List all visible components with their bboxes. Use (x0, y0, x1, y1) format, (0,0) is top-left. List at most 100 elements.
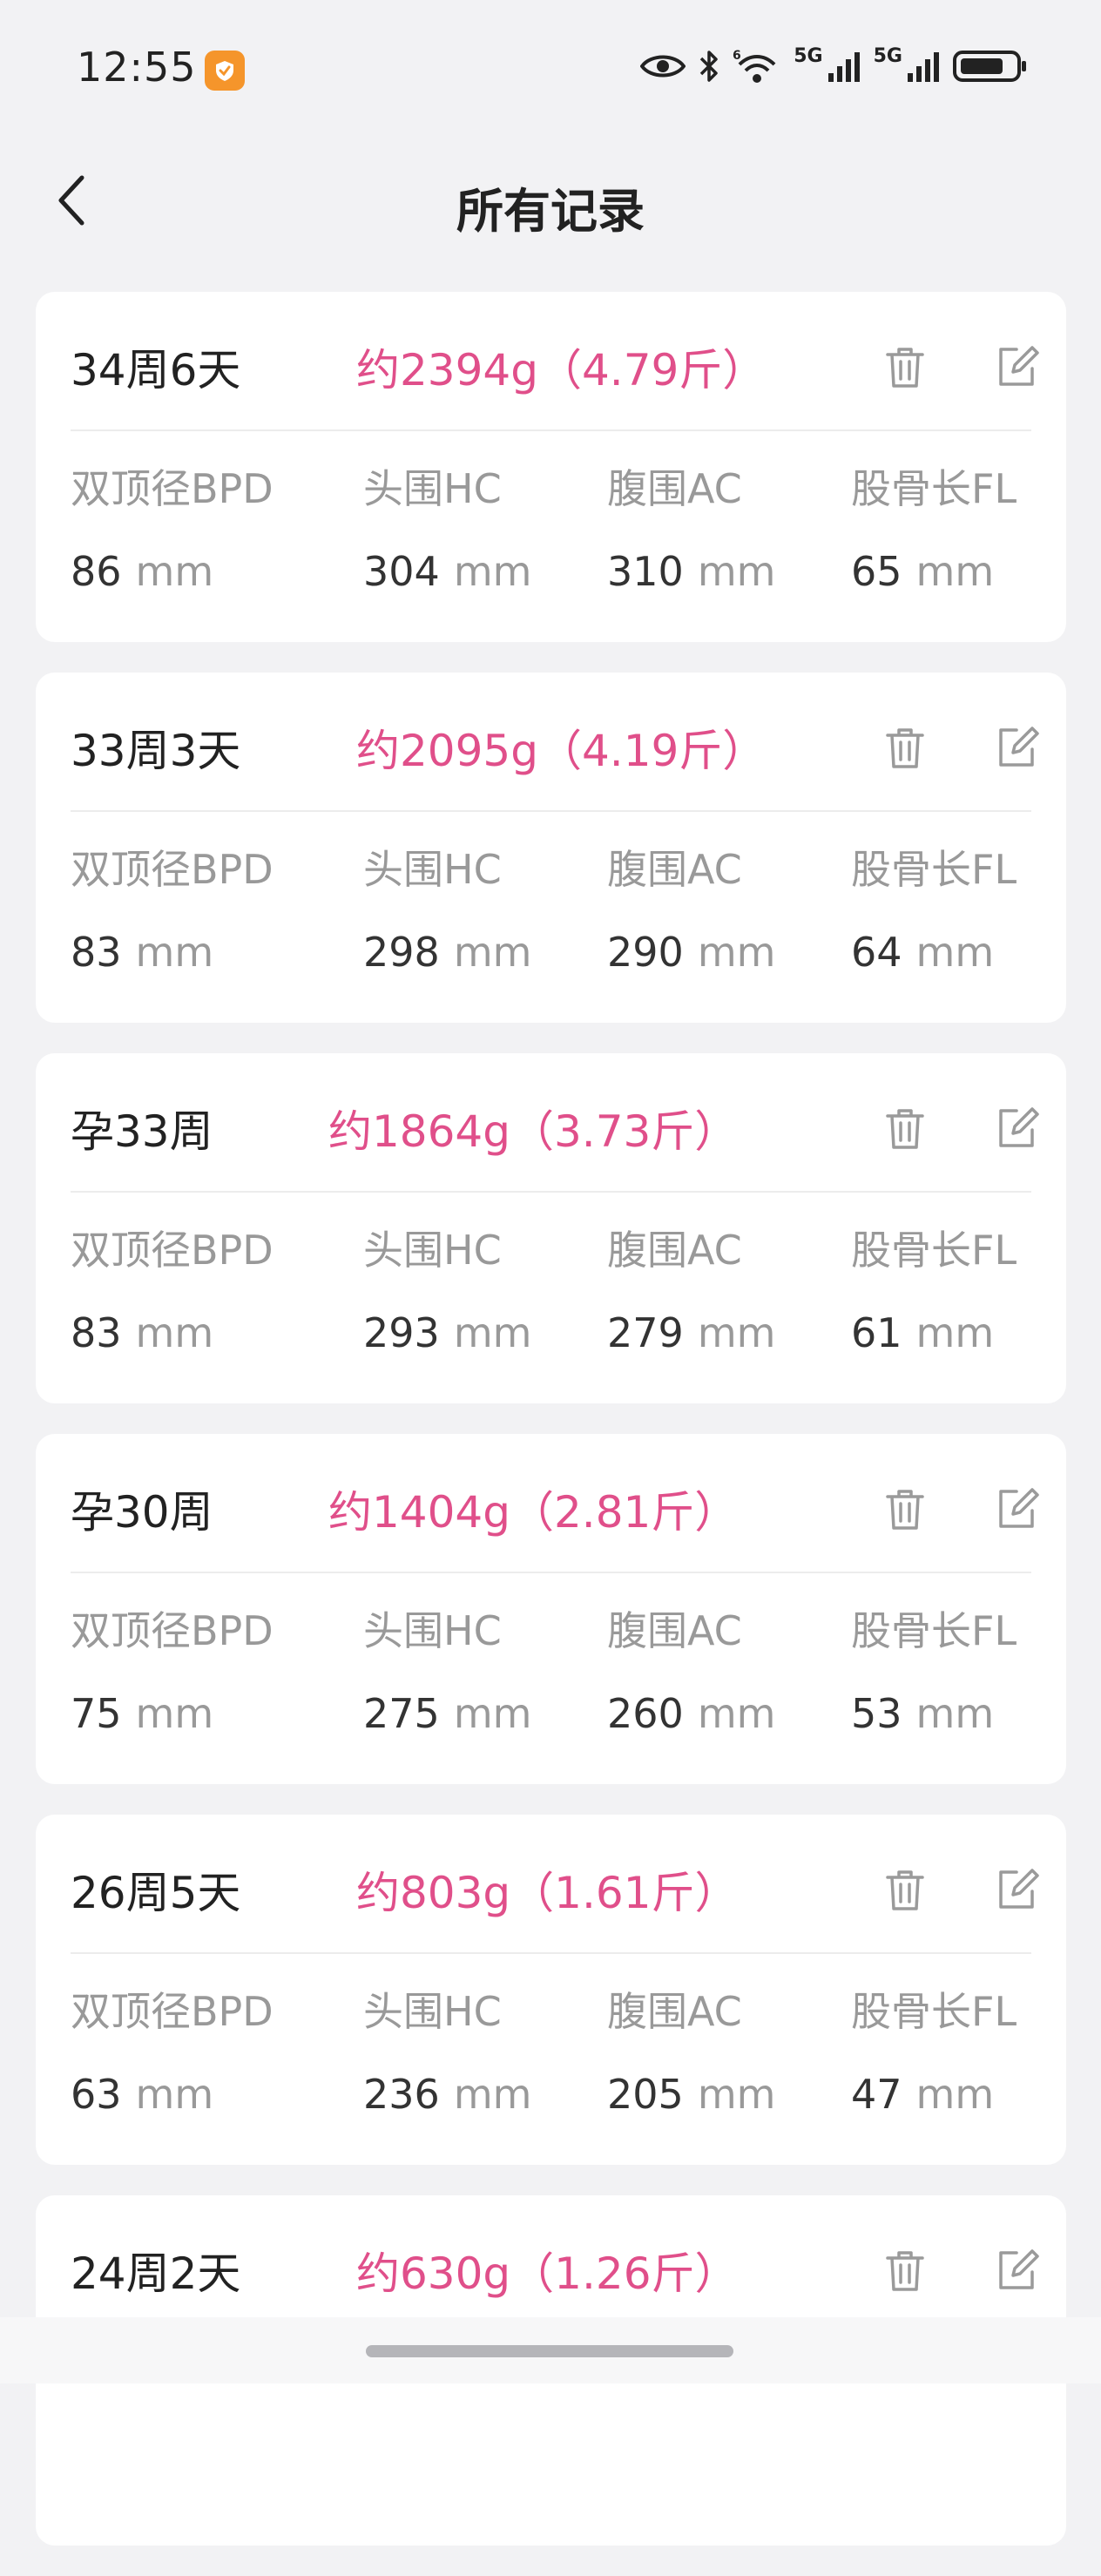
metric-unit: mm (915, 1309, 995, 1356)
metric-number: 61 (851, 1309, 902, 1356)
record-card[interactable]: 孕30周 约1404g（2.81斤） 双顶径BPD 75 mm 头围HC 275 mm … (36, 1434, 1066, 1784)
edit-icon (999, 1869, 1039, 1909)
trash-icon (886, 1870, 924, 1910)
metric-number: 293 (363, 1309, 440, 1356)
metric-value: 236 mm (363, 2071, 625, 2118)
record-week: 34周6天 (71, 345, 241, 396)
metric-label: 双顶径BPD (71, 1227, 274, 1274)
record-card[interactable]: 34周6天 约2394g（4.79斤） 双顶径BPD 86 mm 头围HC 304 mm… (36, 292, 1066, 642)
delete-button[interactable] (879, 1483, 931, 1535)
record-metrics: 双顶径BPD 63 mm 头围HC 236 mm 腹围AC 205 mm 股骨长FL 47 mm (71, 1980, 1031, 2137)
metric-unit: mm (453, 548, 532, 595)
home-indicator[interactable] (366, 2345, 733, 2357)
page-header: 所有记录 (0, 139, 1101, 261)
metric-label: 头围HC (363, 846, 502, 893)
record-weight: 约803g（1.61斤） (356, 1868, 739, 1918)
metric-ac: 腹围AC 205 mm (607, 1980, 868, 2118)
record-week: 26周5天 (71, 1868, 241, 1918)
metric-number: 63 (71, 2071, 122, 2118)
delete-button[interactable] (879, 1863, 931, 1916)
edit-button[interactable] (990, 2244, 1043, 2296)
status-time: 12:55 (77, 44, 197, 91)
metric-label: 头围HC (363, 1607, 502, 1654)
metric-label: 腹围AC (607, 846, 742, 893)
edit-button[interactable] (990, 721, 1043, 774)
metric-label: 股骨长FL (851, 1227, 1017, 1274)
record-metrics: 双顶径BPD 75 mm 头围HC 275 mm 腹围AC 260 mm 股骨长FL 53 mm (71, 1599, 1031, 1756)
metric-fl: 股骨长FL 64 mm (851, 838, 1101, 976)
app-notification-icon (205, 51, 245, 91)
record-weight: 约2394g（4.79斤） (356, 345, 767, 396)
metric-bpd: 双顶径BPD 75 mm (71, 1599, 332, 1737)
metric-value: 65 mm (851, 548, 1101, 595)
record-week: 孕33周 (71, 1106, 213, 1157)
status-icons: 6 5G 5G (640, 45, 1028, 85)
metric-hc: 头围HC 275 mm (363, 1599, 625, 1737)
edit-button[interactable] (990, 1863, 1043, 1916)
record-header: 34周6天 约2394g（4.79斤） (71, 292, 1039, 431)
metric-number: 275 (363, 1690, 440, 1737)
edit-icon (999, 2249, 1039, 2289)
delete-button[interactable] (879, 721, 931, 774)
record-weight: 约1864g（3.73斤） (328, 1106, 739, 1157)
metric-bpd: 双顶径BPD 63 mm (71, 1980, 332, 2118)
trash-icon (886, 1490, 924, 1530)
metric-number: 260 (607, 1690, 684, 1737)
metric-number: 279 (607, 1309, 684, 1356)
metric-value: 298 mm (363, 929, 625, 976)
metric-unit: mm (453, 929, 532, 976)
edit-button[interactable] (990, 1483, 1043, 1535)
trash-icon (886, 348, 924, 388)
metric-value: 83 mm (71, 929, 332, 976)
metric-unit: mm (697, 1309, 776, 1356)
edit-button[interactable] (990, 1102, 1043, 1154)
delete-button[interactable] (879, 2244, 931, 2296)
metric-fl: 股骨长FL 61 mm (851, 1219, 1101, 1356)
metric-bpd: 双顶径BPD 83 mm (71, 838, 332, 976)
record-weight: 约1404g（2.81斤） (328, 1487, 739, 1538)
metric-number: 298 (363, 929, 440, 976)
metric-value: 53 mm (851, 1690, 1101, 1737)
metric-bpd: 双顶径BPD 86 mm (71, 457, 332, 595)
metric-unit: mm (697, 1690, 776, 1737)
record-header: 33周3天 约2095g（4.19斤） (71, 673, 1039, 812)
metric-value: 260 mm (607, 1690, 868, 1737)
metric-unit: mm (453, 2071, 532, 2118)
metric-value: 61 mm (851, 1309, 1101, 1356)
metric-label: 头围HC (363, 1227, 502, 1274)
metric-hc: 头围HC 298 mm (363, 838, 625, 976)
delete-button[interactable] (879, 341, 931, 393)
metric-number: 53 (851, 1690, 902, 1737)
record-card[interactable]: 孕33周 约1864g（3.73斤） 双顶径BPD 83 mm 头围HC 293 mm … (36, 1053, 1066, 1403)
metric-number: 47 (851, 2071, 902, 2118)
record-metrics: 双顶径BPD 83 mm 头围HC 298 mm 腹围AC 290 mm 股骨长FL 64 mm (71, 838, 1031, 995)
signal-icon-2 (908, 52, 939, 82)
record-card[interactable]: 26周5天 约803g（1.61斤） 双顶径BPD 63 mm 头围HC 236 mm … (36, 1815, 1066, 2165)
metric-ac: 腹围AC 310 mm (607, 457, 868, 595)
metric-value: 304 mm (363, 548, 625, 595)
metric-fl: 股骨长FL 65 mm (851, 457, 1101, 595)
metric-label: 腹围AC (607, 1227, 742, 1274)
wifi-icon: 6 (733, 49, 776, 83)
delete-button[interactable] (879, 1102, 931, 1154)
record-card[interactable]: 33周3天 约2095g（4.19斤） 双顶径BPD 83 mm 头围HC 298 mm… (36, 673, 1066, 1023)
record-metrics: 双顶径BPD 83 mm 头围HC 293 mm 腹围AC 279 mm 股骨长FL 61 mm (71, 1219, 1031, 1376)
metric-number: 205 (607, 2071, 684, 2118)
page-title: 所有记录 (456, 184, 645, 239)
metric-label: 股骨长FL (851, 1988, 1017, 2035)
metric-value: 310 mm (607, 548, 868, 595)
record-week: 孕30周 (71, 1487, 213, 1538)
metric-unit: mm (697, 929, 776, 976)
trash-icon (886, 2251, 924, 2291)
metric-ac: 腹围AC 260 mm (607, 1599, 868, 1737)
trash-icon (886, 1109, 924, 1149)
metric-number: 64 (851, 929, 902, 976)
metric-hc: 头围HC 236 mm (363, 1980, 625, 2118)
edit-button[interactable] (990, 341, 1043, 393)
metric-unit: mm (697, 548, 776, 595)
metric-value: 47 mm (851, 2071, 1101, 2118)
metric-label: 双顶径BPD (71, 1607, 274, 1654)
metric-label: 股骨长FL (851, 465, 1017, 512)
metric-hc: 头围HC 304 mm (363, 457, 625, 595)
status-bar: 12:55 6 5G 5G (0, 0, 1101, 139)
